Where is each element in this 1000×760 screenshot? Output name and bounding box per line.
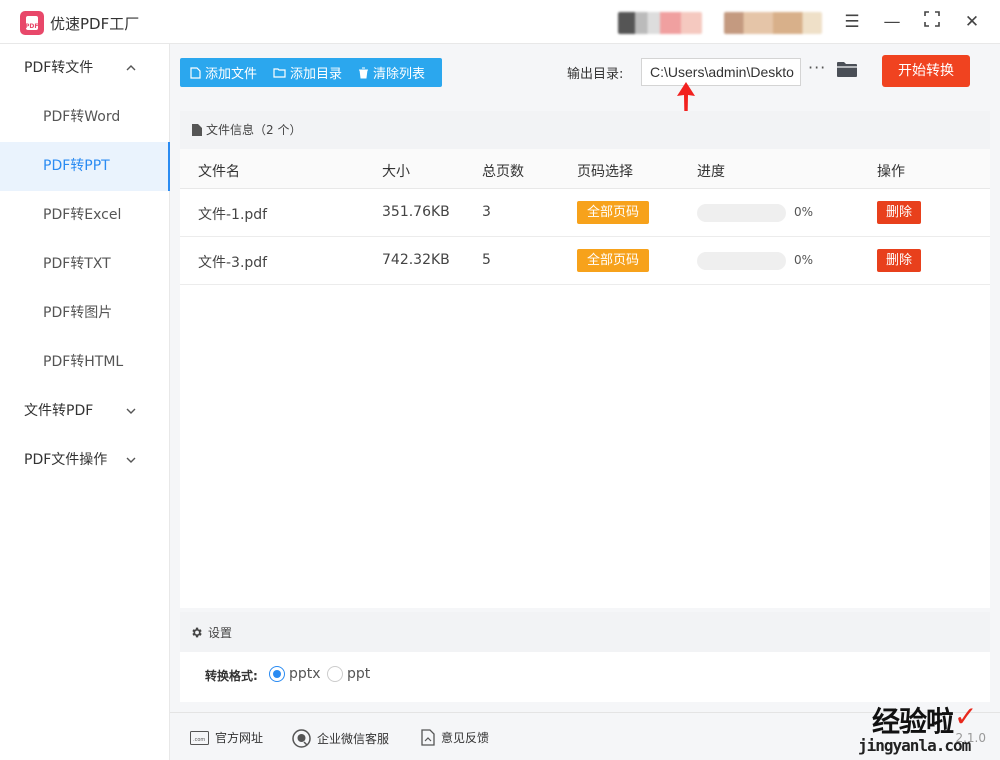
- file-pages: 5: [482, 252, 491, 268]
- format-radio-pptx[interactable]: pptx: [269, 666, 321, 682]
- sidebar: PDF转文件 PDF转Word PDF转PPT PDF转Excel PDF转TX…: [0, 44, 170, 760]
- settings-header: 设置: [180, 612, 990, 652]
- page-select-button[interactable]: 全部页码: [577, 249, 649, 272]
- website-icon: .com: [190, 730, 209, 745]
- open-folder-icon[interactable]: [837, 61, 858, 82]
- files-header: 文件信息（2 个）: [180, 111, 990, 149]
- progress-text: 0%: [794, 205, 814, 219]
- delete-button[interactable]: 删除: [877, 201, 921, 224]
- radio-circle-checked: [269, 666, 285, 682]
- folder-icon: [273, 68, 286, 78]
- website-label: 官方网址: [215, 731, 264, 745]
- add-file-label: 添加文件: [205, 67, 258, 82]
- app-title: 优速PDF工厂: [50, 15, 140, 33]
- add-folder-button[interactable]: 添加目录: [273, 63, 342, 82]
- sidebar-group-file-to-pdf[interactable]: 文件转PDF: [0, 387, 170, 435]
- table-header: 文件名 大小 总页数 页码选择 进度 操作: [180, 149, 990, 189]
- output-dir-label: 输出目录:: [567, 67, 624, 82]
- sidebar-item-pdf-to-word[interactable]: PDF转Word: [0, 93, 170, 142]
- col-progress: 进度: [697, 164, 725, 180]
- sidebar-group-pdf-operations[interactable]: PDF文件操作: [0, 436, 170, 484]
- file-name: 文件-1.pdf: [198, 207, 268, 223]
- col-size: 大小: [382, 164, 410, 180]
- more-icon[interactable]: ···: [808, 58, 826, 77]
- files-panel: 文件信息（2 个） 文件名 大小 总页数 页码选择 进度 操作 文件-1.pdf…: [180, 111, 990, 608]
- watermark-check-icon: ✓: [954, 700, 978, 733]
- file-size: 351.76KB: [382, 204, 450, 220]
- maximize-icon[interactable]: [920, 10, 944, 34]
- table-row: 文件-3.pdf 742.32KB 5 全部页码 0% 删除: [180, 237, 990, 285]
- sidebar-item-pdf-to-txt[interactable]: PDF转TXT: [0, 240, 170, 289]
- gear-icon: [192, 627, 202, 637]
- delete-button[interactable]: 删除: [877, 249, 921, 272]
- progress-text: 0%: [794, 253, 814, 267]
- settings-title: 设置: [208, 625, 233, 640]
- wechat-label: 企业微信客服: [317, 732, 390, 746]
- user-name-blurred[interactable]: [724, 12, 822, 34]
- feedback-icon: [421, 729, 435, 746]
- toolbar: 添加文件 添加目录 清除列表 输出目录: C:\Users\admin\Desk…: [170, 44, 1000, 102]
- chevron-down-icon: [126, 436, 136, 484]
- trash-icon: [359, 67, 369, 78]
- progress-bar: [697, 252, 786, 270]
- file-icon: [190, 66, 201, 79]
- radio-label: ppt: [347, 666, 371, 682]
- title-bar: 优速PDF工厂 ☰ — ✕: [0, 0, 1000, 44]
- sidebar-group-pdf-to-file[interactable]: PDF转文件: [0, 44, 170, 92]
- table-row: 文件-1.pdf 351.76KB 3 全部页码 0% 删除: [180, 189, 990, 237]
- sidebar-group-label: PDF文件操作: [24, 452, 108, 468]
- format-radio-ppt[interactable]: ppt: [327, 666, 370, 682]
- add-folder-label: 添加目录: [290, 67, 343, 82]
- sidebar-item-pdf-to-ppt[interactable]: PDF转PPT: [0, 142, 170, 191]
- col-page-select: 页码选择: [577, 164, 633, 180]
- document-icon: [192, 124, 202, 136]
- feedback-label: 意见反馈: [441, 731, 490, 745]
- sidebar-item-pdf-to-image[interactable]: PDF转图片: [0, 289, 170, 338]
- close-icon[interactable]: ✕: [960, 10, 984, 34]
- col-action: 操作: [877, 164, 905, 180]
- start-convert-button[interactable]: 开始转换: [882, 55, 970, 87]
- radio-label: pptx: [289, 666, 321, 682]
- add-file-button[interactable]: 添加文件: [190, 63, 257, 82]
- col-filename: 文件名: [198, 164, 240, 180]
- chevron-up-icon: [126, 44, 136, 92]
- sidebar-item-pdf-to-excel[interactable]: PDF转Excel: [0, 191, 170, 240]
- wechat-service-link[interactable]: 企业微信客服: [292, 729, 389, 748]
- clear-list-button[interactable]: 清除列表: [358, 63, 425, 82]
- radio-circle: [327, 666, 343, 682]
- website-link[interactable]: .com 官方网址: [190, 729, 263, 746]
- svg-text:.com: .com: [193, 737, 205, 743]
- menu-icon[interactable]: ☰: [840, 10, 864, 34]
- sidebar-group-label: PDF转文件: [24, 60, 94, 76]
- settings-panel: 设置 转换格式: pptx ppt: [180, 612, 990, 702]
- format-label: 转换格式:: [205, 669, 258, 683]
- file-pages: 3: [482, 204, 491, 220]
- headset-icon: [292, 729, 311, 748]
- clear-list-label: 清除列表: [373, 67, 426, 82]
- file-button-group: 添加文件 添加目录 清除列表: [180, 58, 442, 87]
- sidebar-group-label: 文件转PDF: [24, 403, 94, 419]
- page-select-button[interactable]: 全部页码: [577, 201, 649, 224]
- minimize-icon[interactable]: —: [880, 10, 904, 34]
- app-logo-icon: [20, 11, 44, 35]
- col-pages: 总页数: [482, 164, 524, 180]
- user-avatar-blurred[interactable]: [618, 12, 702, 34]
- sidebar-item-pdf-to-html[interactable]: PDF转HTML: [0, 338, 170, 387]
- watermark-url: jingyanla.com: [858, 736, 971, 755]
- chevron-down-icon: [126, 387, 136, 435]
- output-dir-input[interactable]: C:\Users\admin\Deskto: [641, 58, 801, 86]
- feedback-link[interactable]: 意见反馈: [421, 729, 489, 746]
- file-size: 742.32KB: [382, 252, 450, 268]
- watermark-text: 经验啦: [872, 705, 954, 738]
- file-name: 文件-3.pdf: [198, 255, 268, 271]
- progress-bar: [697, 204, 786, 222]
- files-count-label: 文件信息（2 个）: [206, 123, 302, 137]
